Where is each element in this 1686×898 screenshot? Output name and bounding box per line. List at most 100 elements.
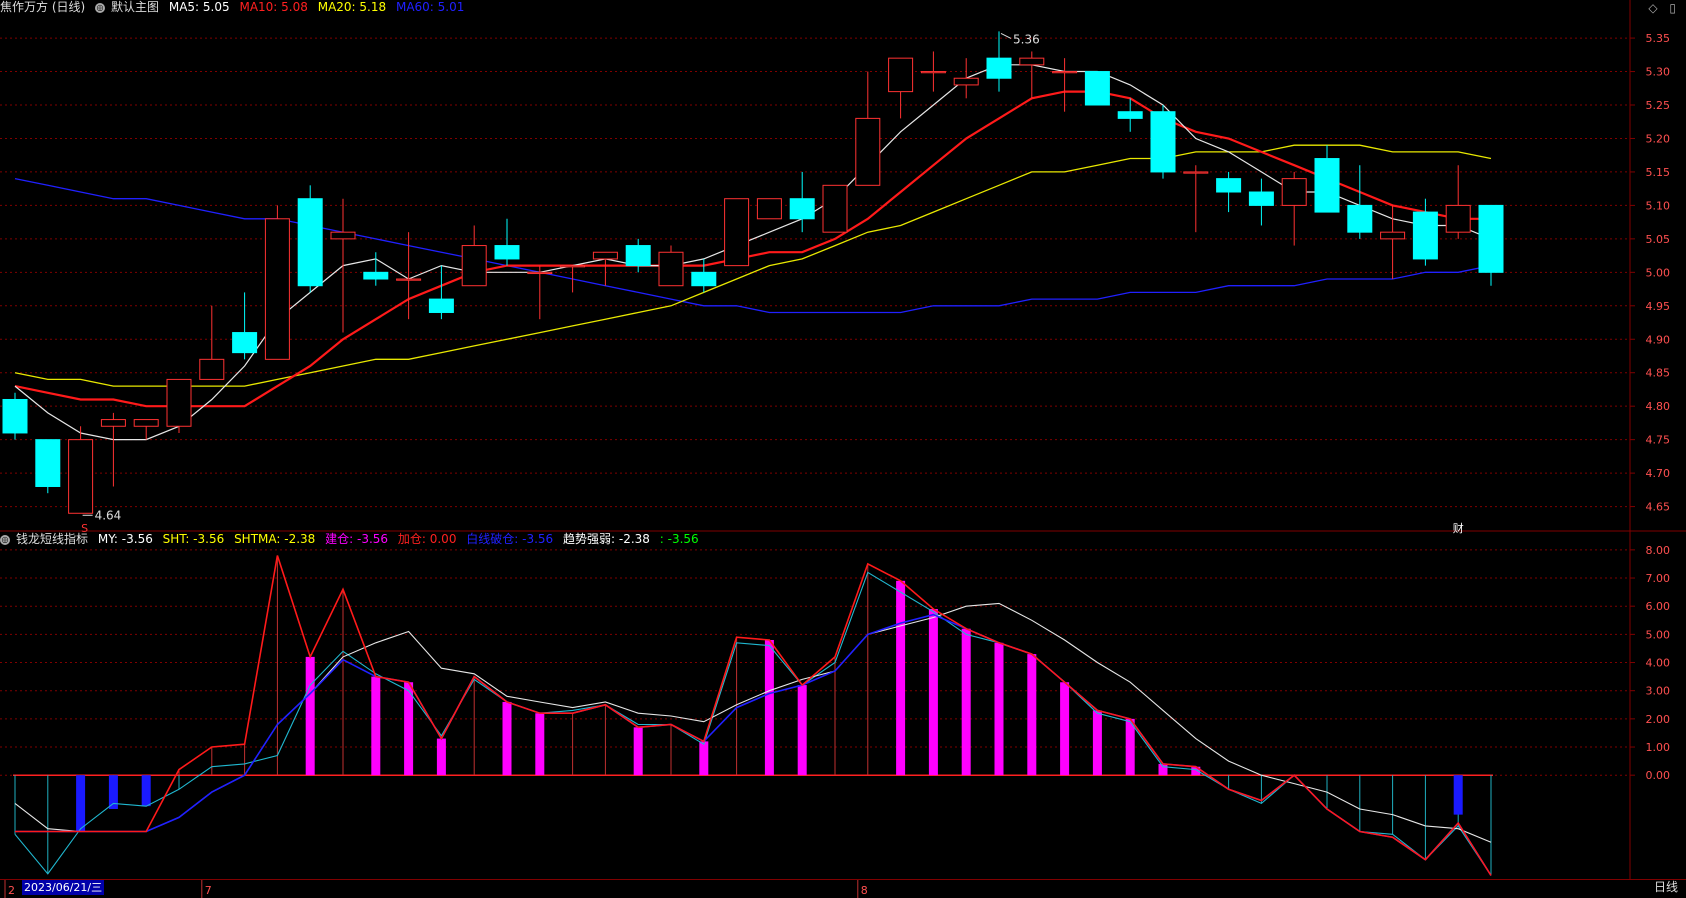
window-controls: ◇ ▯ (1640, 1, 1676, 15)
indicator-bar-positive (1125, 718, 1135, 776)
ind-jiacang: 加仓: 0.00 (397, 532, 457, 546)
price-tick-label: 4.70 (1646, 467, 1671, 480)
candle-body-down (1084, 71, 1110, 106)
candle-body-up (166, 378, 192, 427)
indicator-bar-positive (961, 628, 971, 776)
candle-body-up (68, 439, 94, 514)
candle-body-down (1412, 211, 1438, 260)
candle-body-up (199, 358, 225, 380)
indicator-bar-positive (371, 676, 381, 776)
price-tick-label: 5.00 (1646, 266, 1671, 279)
window-icon[interactable]: ▯ (1669, 1, 1676, 15)
indicator-bar-positive (699, 741, 709, 776)
candle-body-up (855, 117, 881, 186)
price-tick-label: 4.90 (1646, 333, 1671, 346)
price-tick-label: 4.95 (1646, 300, 1671, 313)
diamond-icon[interactable]: ◇ (1648, 1, 1657, 15)
ma20-value: MA20: 5.18 (317, 0, 387, 14)
candle-body-up (1380, 231, 1406, 240)
indicator-tick-label: 2.00 (1646, 713, 1671, 726)
candle-body-down (428, 298, 454, 313)
price-tick-label: 5.10 (1646, 199, 1671, 212)
month-mark-label: 8 (861, 884, 868, 897)
indicator-settings-icon[interactable]: ◎ (0, 534, 10, 545)
kline-chart[interactable]: 4.65 4.70 4.75 4.80 4.85 4.90 4.95 5.00 5.05 5.10… (0, 0, 1686, 898)
candle-body-down (789, 198, 815, 220)
price-tick-label: 5.30 (1646, 66, 1671, 79)
candle-body-down (1478, 204, 1504, 273)
settings-circle-icon[interactable]: ◎ (95, 2, 106, 13)
ind-my: MY: -3.56 (97, 532, 153, 546)
price-tick-label: 5.20 (1646, 132, 1671, 145)
price-tick-label: 4.75 (1646, 434, 1671, 447)
date-cursor-label: 2023/06/21/三 (22, 880, 105, 895)
candle-body-up (822, 184, 848, 233)
candle-body-down (2, 398, 28, 434)
candle-body-down (494, 245, 520, 260)
candle-body-down (1117, 111, 1143, 119)
candle-body-up (396, 278, 422, 281)
main-chart-label[interactable]: 默认主图 (111, 0, 159, 14)
price-tick-label: 5.15 (1646, 166, 1671, 179)
candle-body-up (100, 419, 126, 427)
indicator-bar-positive (1060, 682, 1070, 776)
candle-body-up (756, 198, 782, 220)
finance-badge: 财 (1453, 521, 1464, 535)
indicator-tick-label: 1.00 (1646, 741, 1671, 754)
indicator-bar-negative (1453, 775, 1463, 815)
candle-body-up (592, 251, 618, 260)
indicator-bar-positive (896, 580, 906, 776)
main-chart-header: 焦作万方 (日线) ◎ 默认主图 MA5: 5.05 MA10: 5.08 MA2… (0, 0, 470, 15)
candle-body-up (1445, 204, 1471, 233)
price-tick-label: 5.25 (1646, 99, 1671, 112)
indicator-name[interactable]: 钱龙短线指标 (16, 532, 88, 546)
price-tick-label: 5.05 (1646, 233, 1671, 246)
ind-baixian: 白线破仓: -3.56 (466, 532, 554, 546)
candle-body-up (330, 231, 356, 240)
candle-body-down (35, 439, 61, 487)
indicator-red-line (15, 555, 1492, 876)
ma60-value: MA60: 5.01 (395, 0, 465, 14)
ma10-value: MA10: 5.08 (239, 0, 308, 14)
indicator-tick-label: 0.00 (1646, 769, 1671, 782)
indicator-bar-positive (436, 738, 446, 776)
ind-qushi: 趋势强弱: -2.38 (563, 532, 650, 546)
high-marker-label: 5.36 (1013, 32, 1040, 46)
low-marker-label: 4.64 (95, 508, 122, 522)
period-label[interactable]: 日线 (1654, 880, 1678, 895)
indicator-header: ◎ 钱龙短线指标 MY: -3.56 SHT: -3.56 SHTMA: -2.3… (0, 532, 705, 547)
price-tick-label: 5.35 (1646, 32, 1671, 45)
candle-body-down (363, 271, 389, 280)
indicator-bar-positive (305, 656, 315, 776)
stock-title[interactable]: 焦作万方 (日线) (0, 0, 85, 14)
indicator-cyan-line (14, 571, 1492, 876)
indicator-bar-positive (1158, 763, 1168, 776)
candle-body-up (527, 271, 553, 275)
indicator-bar-negative (141, 775, 151, 807)
ma5-value: MA5: 5.05 (168, 0, 230, 14)
candle-body-down (1150, 111, 1176, 173)
candle-body-down (1216, 178, 1242, 193)
indicator-bar-positive (994, 642, 1004, 776)
candle-body-up (461, 245, 487, 287)
ind-jiancang: 建仓: -3.56 (325, 532, 389, 546)
indicator-bar-positive (535, 713, 545, 776)
candle-body-up (1052, 71, 1078, 74)
ind-green: : -3.56 (659, 532, 699, 546)
price-tick-label: 4.65 (1646, 501, 1671, 514)
candle-body-down (1248, 191, 1274, 206)
indicator-bar-positive (633, 727, 643, 776)
candle-body-up (953, 77, 979, 86)
candle-body-up (133, 419, 159, 427)
candle-body-down (986, 57, 1012, 79)
indicator-bar-positive (502, 701, 512, 776)
candle-body-up (1183, 171, 1209, 174)
candle-body-down (691, 271, 717, 287)
indicator-tick-label: 8.00 (1646, 544, 1671, 557)
candle-body-up (264, 218, 290, 360)
candle-body-down (297, 198, 323, 287)
candle-body-up (1281, 178, 1307, 206)
indicator-bar-positive (764, 639, 774, 776)
ind-sht: SHT: -3.56 (162, 532, 225, 546)
indicator-tick-label: 3.00 (1646, 685, 1671, 698)
